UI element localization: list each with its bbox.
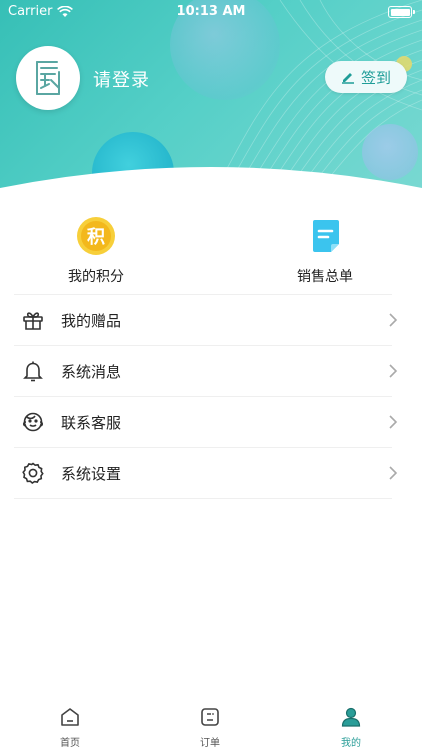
chevron-right-icon	[389, 364, 398, 378]
quick-actions: 积 我的积分 销售总单	[0, 212, 422, 294]
tab-label: 我的	[341, 738, 361, 749]
tab-label: 首页	[60, 738, 80, 749]
tab-home[interactable]: 首页	[40, 706, 100, 749]
settings-menu: 我的赠品 系统消息 联系客服 系统设置	[14, 294, 398, 499]
tab-profile[interactable]: 我的	[321, 706, 381, 749]
points-icon: 积	[76, 216, 116, 256]
edit-icon	[341, 73, 354, 84]
sales-order-icon	[305, 216, 345, 256]
gift-icon	[20, 307, 46, 333]
avatar-logo-icon	[36, 61, 60, 95]
avatar[interactable]	[16, 46, 80, 110]
points-badge: 积	[87, 227, 105, 248]
tab-label: 订单	[200, 738, 220, 749]
profile-icon	[341, 707, 361, 727]
chevron-right-icon	[389, 415, 398, 429]
customer-service-icon	[20, 409, 46, 435]
tab-orders[interactable]: 订单	[180, 706, 240, 749]
menu-item-customer-service[interactable]: 联系客服	[14, 397, 398, 448]
gear-icon	[20, 460, 46, 486]
my-points-button[interactable]: 积 我的积分	[36, 212, 156, 286]
chevron-right-icon	[389, 466, 398, 480]
login-prompt[interactable]: 请登录	[93, 66, 150, 92]
status-bar: Carrier 10:13 AM	[0, 0, 422, 24]
sales-order-button[interactable]: 销售总单	[265, 212, 385, 286]
sales-order-label: 销售总单	[297, 269, 353, 285]
menu-item-settings[interactable]: 系统设置	[14, 448, 398, 499]
header-curve	[0, 167, 422, 200]
menu-item-label: 联系客服	[61, 413, 122, 432]
checkin-label: 签到	[360, 68, 391, 87]
home-icon	[61, 708, 79, 726]
battery-icon	[388, 6, 415, 18]
my-points-label: 我的积分	[68, 269, 124, 285]
menu-item-label: 系统设置	[61, 464, 122, 483]
profile-header: Carrier 10:13 AM 请登录 签到	[0, 0, 422, 200]
bell-icon	[20, 358, 46, 384]
checkin-button[interactable]: 签到	[325, 61, 407, 93]
profile-page: Carrier 10:13 AM 请登录 签到 积 我的积分 销售总单 我的赠品…	[0, 0, 422, 750]
menu-item-gifts[interactable]: 我的赠品	[14, 295, 398, 346]
menu-item-label: 我的赠品	[61, 311, 122, 330]
status-time: 10:13 AM	[176, 4, 246, 19]
order-icon	[201, 708, 219, 726]
tab-bar: 首页 订单 我的	[0, 700, 422, 750]
menu-item-messages[interactable]: 系统消息	[14, 346, 398, 397]
chevron-right-icon	[389, 313, 398, 327]
menu-item-label: 系统消息	[61, 362, 122, 381]
